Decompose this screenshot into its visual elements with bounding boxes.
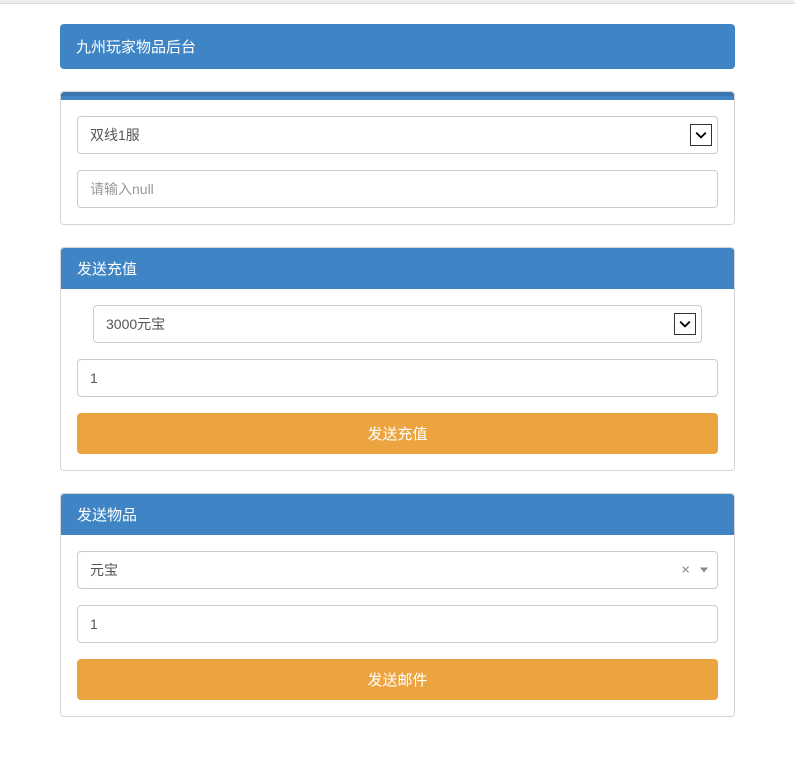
player-input-group [77, 170, 718, 208]
item-select[interactable]: 元宝 × [77, 551, 718, 589]
item-select-group: 元宝 × [77, 551, 718, 589]
chevron-down-icon [690, 124, 712, 146]
recharge-panel-body: 3000元宝 发送充值 [61, 289, 734, 470]
server-panel-heading [61, 92, 734, 100]
recharge-amount-select[interactable]: 3000元宝 [93, 305, 702, 343]
item-panel-heading: 发送物品 [61, 494, 734, 535]
recharge-amount-value: 3000元宝 [106, 314, 165, 334]
item-submit-button[interactable]: 发送邮件 [77, 659, 718, 700]
recharge-count-group [77, 359, 718, 397]
server-select-group: 双线1服 [77, 116, 718, 154]
player-input[interactable] [77, 170, 718, 208]
item-panel: 发送物品 元宝 × 发送邮件 [60, 493, 735, 717]
server-panel: 双线1服 [60, 91, 735, 225]
server-panel-body: 双线1服 [61, 100, 734, 224]
recharge-panel: 发送充值 3000元宝 发送充值 [60, 247, 735, 471]
recharge-submit-button[interactable]: 发送充值 [77, 413, 718, 454]
item-panel-body: 元宝 × 发送邮件 [61, 535, 734, 716]
main-container: 九州玩家物品后台 双线1服 发送充值 [0, 4, 795, 759]
recharge-panel-title: 发送充值 [77, 261, 137, 278]
item-select-value: 元宝 [90, 560, 118, 580]
item-count-group [77, 605, 718, 643]
recharge-count-input[interactable] [77, 359, 718, 397]
server-select-value: 双线1服 [90, 125, 140, 145]
item-count-input[interactable] [77, 605, 718, 643]
item-submit-group: 发送邮件 [77, 659, 718, 700]
recharge-submit-group: 发送充值 [77, 413, 718, 454]
page-title: 九州玩家物品后台 [76, 39, 196, 56]
item-panel-title: 发送物品 [77, 507, 137, 524]
recharge-amount-group: 3000元宝 [77, 305, 718, 343]
close-icon[interactable]: × [681, 562, 690, 579]
caret-down-icon [700, 568, 708, 573]
server-select[interactable]: 双线1服 [77, 116, 718, 154]
page-title-bar: 九州玩家物品后台 [60, 24, 735, 69]
recharge-panel-heading: 发送充值 [61, 248, 734, 289]
chevron-down-icon [674, 313, 696, 335]
